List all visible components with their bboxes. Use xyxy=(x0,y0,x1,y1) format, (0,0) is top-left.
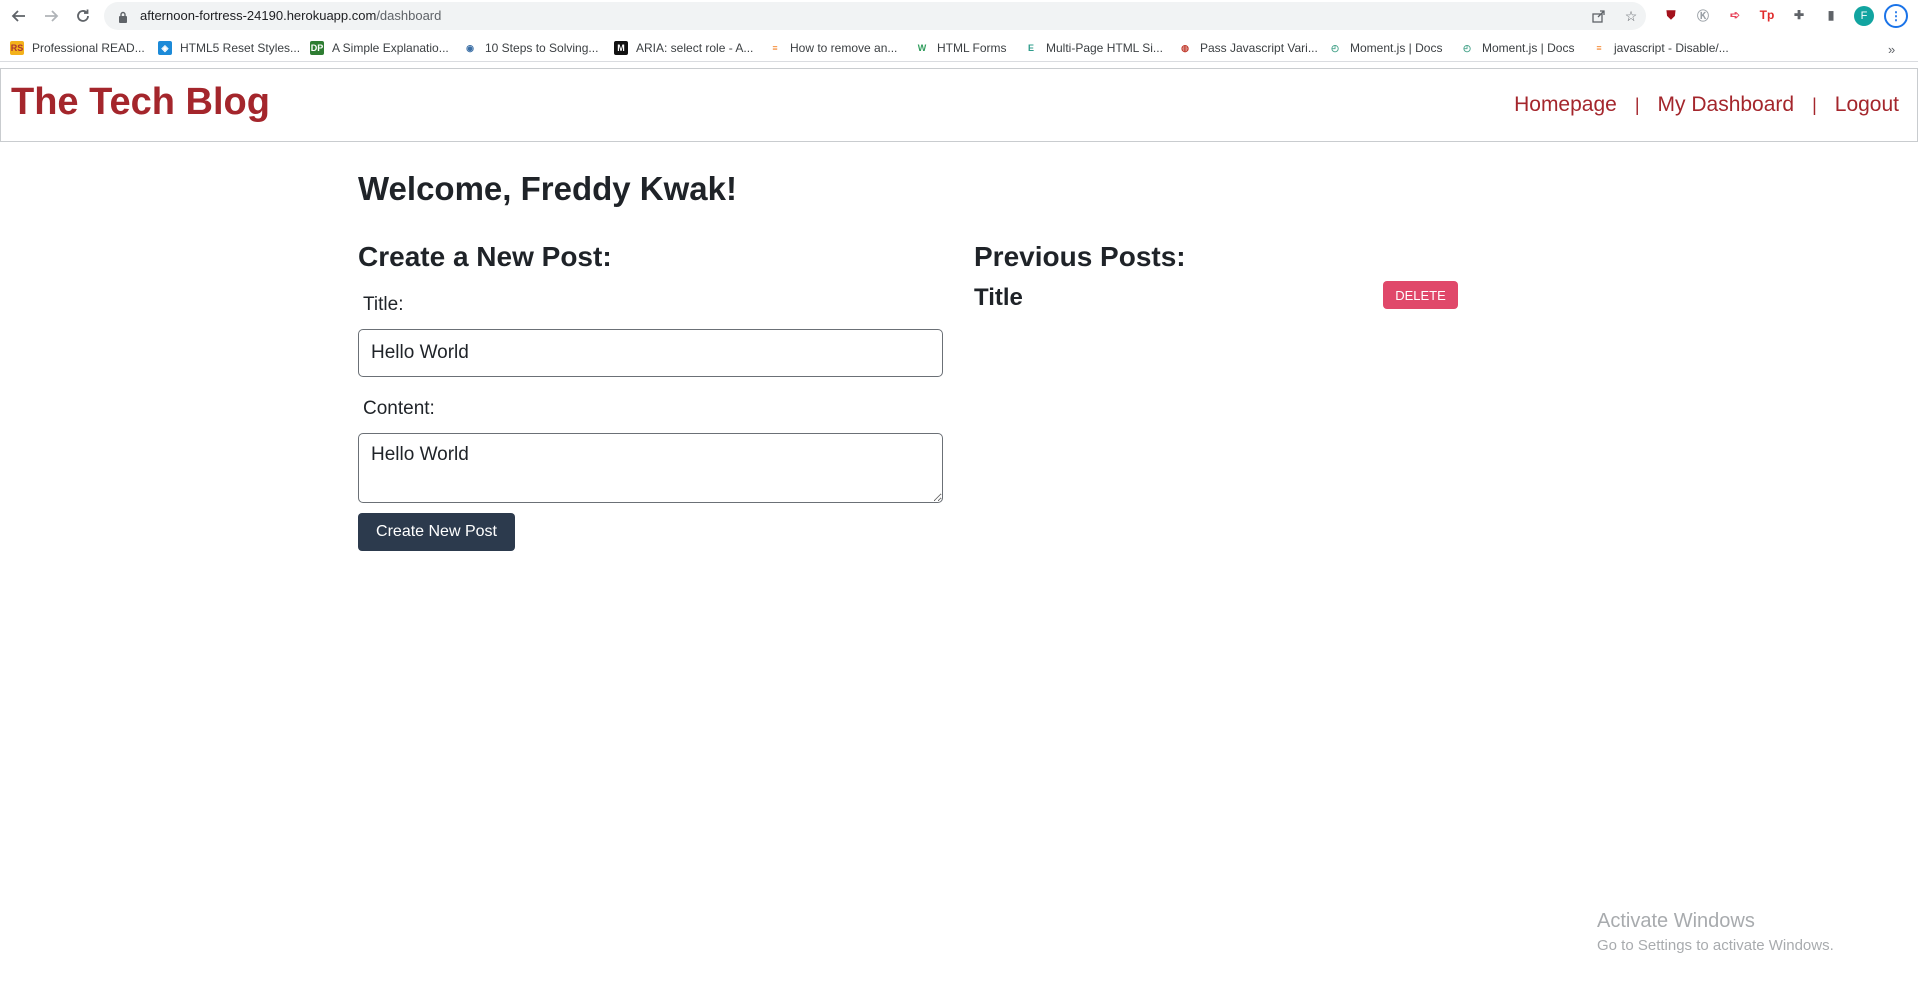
dp-icon: DP xyxy=(310,41,324,55)
reload-icon[interactable] xyxy=(72,5,94,27)
nav-homepage[interactable]: Homepage xyxy=(1514,93,1617,117)
watermark-title: Activate Windows xyxy=(1597,910,1755,932)
mdn-icon: M xyxy=(614,41,628,55)
extension-arrow-icon[interactable]: ➪ xyxy=(1726,6,1744,24)
globe-icon: ◍ xyxy=(1178,41,1192,55)
star-bookmark-icon[interactable]: ☆ xyxy=(1622,7,1640,25)
html5-reset-icon: ◈ xyxy=(158,41,172,55)
bookmark-label: javascript - Disable/... xyxy=(1614,41,1729,55)
stackoverflow-icon: ≡ xyxy=(1592,41,1606,55)
clock-icon: ◴ xyxy=(1328,41,1342,55)
previous-post-title[interactable]: Title xyxy=(974,284,1023,312)
w3schools-icon: W xyxy=(915,41,929,55)
new-post-heading: Create a New Post: xyxy=(358,241,612,272)
clock-icon: ◴ xyxy=(1460,41,1474,55)
delete-post-button[interactable]: DELETE xyxy=(1383,281,1458,309)
extension-grey-icon[interactable]: Ⓚ xyxy=(1694,6,1712,24)
back-arrow-icon[interactable] xyxy=(8,5,30,27)
bookmark-item[interactable]: ◍ Pass Javascript Vari... xyxy=(1178,39,1318,57)
post-content-textarea[interactable]: Hello World xyxy=(358,433,943,503)
e-icon: E xyxy=(1024,41,1038,55)
chevron-double-right-icon[interactable]: » xyxy=(1888,42,1895,57)
bookmark-label: A Simple Explanatio... xyxy=(332,41,449,55)
nav-separator: | xyxy=(1812,94,1817,115)
post-title-input[interactable] xyxy=(358,329,943,377)
content-label: Content: xyxy=(363,398,435,419)
bookmark-item[interactable]: M ARIA: select role - A... xyxy=(614,39,753,57)
bookmark-item[interactable]: ≡ javascript - Disable/... xyxy=(1592,39,1729,57)
sidepanel-icon[interactable]: ▮ xyxy=(1822,6,1840,24)
bookmark-label: Moment.js | Docs xyxy=(1350,41,1443,55)
stackoverflow-icon: ≡ xyxy=(768,41,782,55)
url-host: afternoon-fortress-24190.herokuapp.com xyxy=(140,8,377,23)
browser-toolbar: afternoon-fortress-24190.herokuapp.com/d… xyxy=(0,0,1918,32)
previous-posts-heading: Previous Posts: xyxy=(974,241,1186,272)
bookmark-label: Professional READ... xyxy=(32,41,145,55)
bookmark-label: ARIA: select role - A... xyxy=(636,41,754,55)
bookmark-item[interactable]: ◴ Moment.js | Docs xyxy=(1328,39,1442,57)
ublock-icon[interactable]: ⛊ xyxy=(1662,6,1680,24)
profile-avatar[interactable]: F xyxy=(1854,6,1874,26)
nav-logout[interactable]: Logout xyxy=(1835,93,1899,117)
activate-windows-watermark: Activate Windows Go to Settings to activ… xyxy=(1597,910,1834,954)
bookmark-label: Multi-Page HTML Si... xyxy=(1046,41,1163,55)
site-nav: Homepage | My Dashboard | Logout xyxy=(1514,93,1899,117)
bookmark-label: HTML5 Reset Styles... xyxy=(180,41,301,55)
create-new-post-button[interactable]: Create New Post xyxy=(358,513,515,551)
bookmark-item[interactable]: ◉ 10 Steps to Solving... xyxy=(463,39,598,57)
bookmark-label: How to remove an... xyxy=(790,41,898,55)
nav-my-dashboard[interactable]: My Dashboard xyxy=(1658,93,1795,117)
address-bar[interactable]: afternoon-fortress-24190.herokuapp.com/d… xyxy=(104,2,1646,30)
bookmark-item[interactable]: E Multi-Page HTML Si... xyxy=(1024,39,1163,57)
kebab-menu-icon[interactable]: ⋮ xyxy=(1884,4,1908,28)
bookmark-item[interactable]: ◈ HTML5 Reset Styles... xyxy=(158,39,300,57)
bookmark-label: Moment.js | Docs xyxy=(1482,41,1575,55)
forward-arrow-icon[interactable] xyxy=(40,5,62,27)
bookmark-item[interactable]: W HTML Forms xyxy=(915,39,1007,57)
bookmark-label: HTML Forms xyxy=(937,41,1007,55)
bookmark-label: 10 Steps to Solving... xyxy=(485,41,599,55)
bookmark-label: Pass Javascript Vari... xyxy=(1200,41,1318,55)
share-icon[interactable] xyxy=(1590,7,1608,25)
bookmarks-bar: RS Professional READ... ◈ HTML5 Reset Style… xyxy=(0,34,1918,62)
bookmark-item[interactable]: DP A Simple Explanatio... xyxy=(310,39,449,57)
site-title[interactable]: The Tech Blog xyxy=(11,81,270,124)
bookmark-item[interactable]: ≡ How to remove an... xyxy=(768,39,897,57)
url-path: /dashboard xyxy=(376,8,442,23)
eye-icon: ◉ xyxy=(463,41,477,55)
title-label: Title: xyxy=(363,294,404,315)
site-header: The Tech Blog Homepage | My Dashboard | … xyxy=(0,68,1918,142)
watermark-subtitle: Go to Settings to activate Windows. xyxy=(1597,937,1834,954)
bookmark-item[interactable]: RS Professional READ... xyxy=(10,39,145,57)
nav-separator: | xyxy=(1634,94,1640,115)
readme-icon: RS xyxy=(10,41,24,55)
welcome-heading: Welcome, Freddy Kwak! xyxy=(358,170,738,207)
url-text[interactable]: afternoon-fortress-24190.herokuapp.com/d… xyxy=(140,8,441,23)
lock-icon[interactable] xyxy=(118,10,128,23)
bookmark-item[interactable]: ◴ Moment.js | Docs xyxy=(1460,39,1574,57)
puzzle-icon[interactable]: ✚ xyxy=(1790,6,1808,24)
extension-tp-icon[interactable]: Tp xyxy=(1758,6,1776,24)
